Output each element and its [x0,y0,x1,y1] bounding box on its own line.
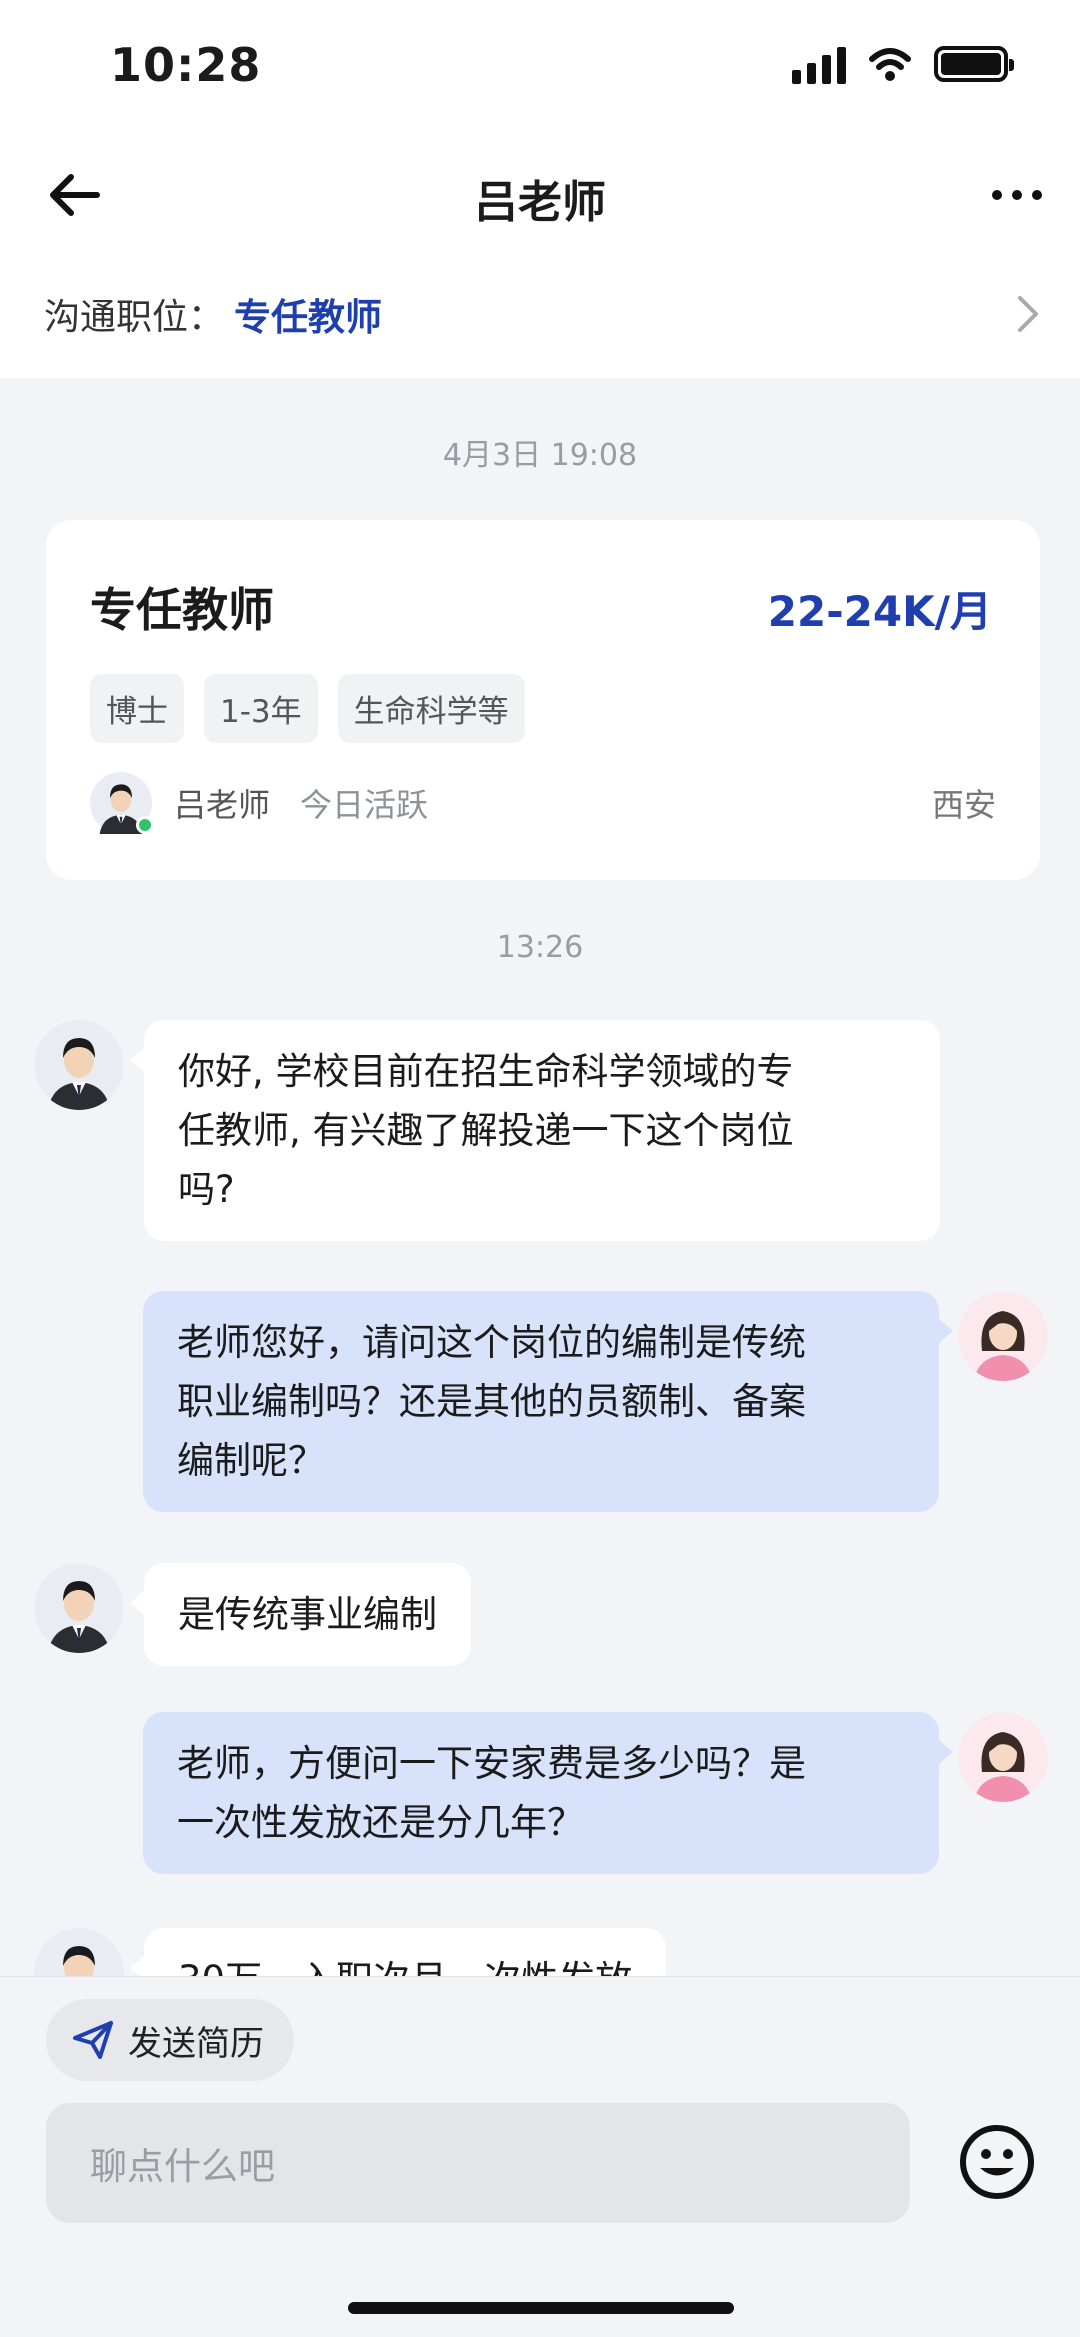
message-input[interactable]: 聊点什么吧 [46,2103,910,2223]
message-bubble-incoming[interactable]: 你好, 学校目前在招生命科学领域的专 任教师, 有兴趣了解投递一下这个岗位 吗? [130,1020,940,1241]
message-line: 老师您好，请问这个岗位的编制是传统 [177,1321,806,1364]
recruiter-avatar[interactable] [34,1020,124,1110]
job-tag: 1-3年 [204,674,318,743]
page-title: 吕老师 [474,177,606,228]
status-time: 10:28 [110,38,262,92]
composer-panel: 发送简历 聊点什么吧 [0,1976,1080,2337]
message-line: 一次性发放还是分几年？ [177,1801,584,1844]
message-bubble-outgoing[interactable]: 老师，方便问一下安家费是多少吗？是 一次性发放还是分几年？ [143,1712,953,1874]
recruiter-avatar[interactable] [34,1928,124,1976]
online-status-dot [136,816,154,834]
home-indicator[interactable] [348,2302,734,2314]
job-tag: 生命科学等 [337,674,525,743]
nav-bar: 吕老师 [0,140,1080,250]
message-line: 你好, 学校目前在招生命科学领域的专 [178,1050,794,1093]
user-avatar[interactable] [958,1291,1048,1381]
female-avatar-icon [958,1712,1048,1802]
send-resume-label: 发送简历 [128,2023,264,2064]
job-tag: 博士 [90,674,184,743]
job-city: 西安 [931,786,996,824]
job-card-salary: 22-24K/月 [767,587,992,636]
job-tags: 博士 1-3年 生命科学等 [90,674,525,743]
male-avatar-icon [34,1020,124,1110]
message-line: 老师，方便问一下安家费是多少吗？是 [177,1742,806,1785]
chevron-right-icon [1018,296,1038,332]
message-line: 编制呢？ [177,1439,325,1482]
message-line: 任教师, 有兴趣了解投递一下这个岗位 [178,1109,794,1152]
message-bubble-outgoing[interactable]: 老师您好，请问这个岗位的编制是传统 职业编制吗？还是其他的员额制、备案 编制呢？ [143,1291,953,1512]
female-avatar-icon [958,1291,1048,1381]
send-resume-button[interactable]: 发送简历 [46,1999,294,2081]
message-line: 是传统事业编制 [178,1593,437,1636]
message-line: 吗? [178,1168,235,1211]
message-line: 30万，入职次月一次性发放 [178,1950,632,1976]
recruiter-name: 吕老师 [174,786,271,824]
battery-icon [934,46,1014,82]
message-line: 职业编制吗？还是其他的员额制、备案 [177,1380,806,1423]
status-bar: 10:28 [0,0,1080,140]
chat-timestamp: 4月3日 19:08 [442,438,638,473]
chat-area[interactable]: 4月3日 19:08 专任教师 22-24K/月 博士 1-3年 生命科学等 吕… [0,378,1080,1976]
chat-timestamp: 13:26 [496,930,584,965]
job-card-title: 专任教师 [90,583,274,637]
recruiter-avatar[interactable] [90,772,154,834]
recruiter-active-status: 今日活跃 [300,786,429,824]
message-input-placeholder: 聊点什么吧 [90,2145,275,2188]
job-position-label: 沟通职位： [44,297,225,338]
message-bubble-incoming[interactable]: 30万，入职次月一次性发放 [129,1928,667,1976]
more-options-button[interactable] [992,180,1042,210]
paper-plane-icon [73,2021,113,2059]
job-position-value: 专任教师 [234,296,383,339]
recruiter-avatar[interactable] [34,1563,124,1653]
male-avatar-icon [34,1563,124,1653]
wifi-icon [869,48,911,81]
cellular-signal-icon [792,44,846,84]
emoji-button[interactable] [958,2123,1036,2201]
more-dots-icon [992,190,1002,200]
status-icons [792,44,1014,84]
job-card[interactable]: 专任教师 22-24K/月 博士 1-3年 生命科学等 吕老师 今日活跃 西安 [46,520,1040,880]
recruiter-row: 吕老师 今日活跃 西安 [90,772,996,834]
smiley-icon [960,2125,1034,2199]
user-avatar[interactable] [958,1712,1048,1802]
message-bubble-incoming[interactable]: 是传统事业编制 [130,1563,471,1666]
male-avatar-icon [34,1928,124,1976]
job-position-bar[interactable]: 沟通职位： 专任教师 [0,250,1080,378]
